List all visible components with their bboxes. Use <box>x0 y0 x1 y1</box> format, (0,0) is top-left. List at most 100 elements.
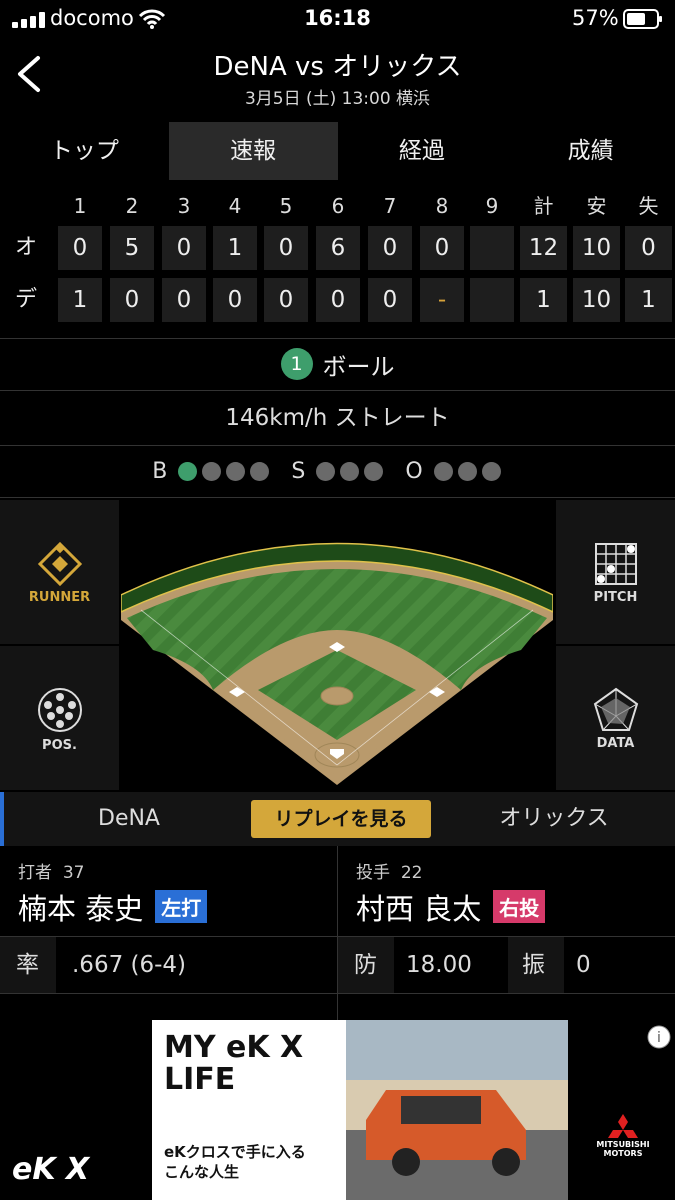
ad-copy: eKクロスで手に入る こんな人生 <box>164 1143 306 1181</box>
ball-dot <box>226 461 246 481</box>
out-dot <box>433 461 453 481</box>
data-label: DATA <box>596 736 635 751</box>
inning-score: 0 <box>264 226 308 270</box>
inning-header: 4 <box>228 194 242 218</box>
batter-name: 楠本 泰史 <box>18 892 144 926</box>
ad-banner[interactable]: eK X MY eK X LIFE eKクロスで手に入る こんな人生 MITSU… <box>0 1020 675 1200</box>
batter-avg-value: .667 (6-4) <box>72 952 187 978</box>
outs-label: O <box>405 458 423 484</box>
inning-score: 6 <box>316 226 360 270</box>
tab-stats[interactable]: 成績 <box>506 122 675 180</box>
baseball-field <box>121 500 553 790</box>
replay-button[interactable]: リプレイを見る <box>251 800 431 838</box>
batter-card[interactable]: 打者 37 楠本 泰史 左打 <box>0 846 337 936</box>
position-label: POS. <box>42 738 77 753</box>
pitch-result: 1 ボール <box>0 340 675 388</box>
ad-brand: MITSUBISHI MOTORS <box>596 1140 650 1158</box>
ball-dot <box>178 461 198 481</box>
pitcher-hand-badge: 右投 <box>493 890 546 923</box>
inning-score: 1 <box>213 226 257 270</box>
pitch-result-text: ボール <box>322 352 395 381</box>
away-team-tab[interactable]: オリックス <box>434 792 674 846</box>
batter-name-row: 楠本 泰史 左打 <box>18 886 208 928</box>
ad-headline: MY eK X LIFE <box>164 1030 304 1097</box>
total-score: 1 <box>625 278 672 322</box>
inning-header: 8 <box>435 194 449 218</box>
inning-score: - <box>420 278 464 322</box>
svg-text:i: i <box>657 1030 661 1046</box>
pitcher-role: 投手 22 <box>356 858 422 883</box>
inning-score: 0 <box>264 278 308 322</box>
tab-live[interactable]: 速報 <box>168 122 338 180</box>
page-title: DeNA vs オリックス <box>213 52 462 82</box>
divider <box>0 445 675 446</box>
strikes-label: S <box>291 458 306 484</box>
inning-score <box>470 278 514 322</box>
inning-header: 5 <box>279 194 293 218</box>
position-button[interactable]: POS. <box>0 646 119 790</box>
ad-creative[interactable]: MY eK X LIFE eKクロスで手に入る こんな人生 <box>152 1020 568 1200</box>
battery-percent: 57% <box>572 6 619 30</box>
inning-score: 0 <box>316 278 360 322</box>
battery-icon <box>623 9 662 29</box>
inning-score: 0 <box>420 226 464 270</box>
mitsubishi-logo-icon <box>608 1114 638 1138</box>
pitcher-era-value: 18.00 <box>406 952 472 978</box>
inning-score: 0 <box>368 278 412 322</box>
tab-top[interactable]: トップ <box>0 122 169 180</box>
tab-bar: トップ 速報 経過 成績 <box>0 122 675 180</box>
runner-diamond-icon <box>37 541 83 587</box>
pitcher-card[interactable]: 投手 22 村西 良太 右投 <box>338 846 675 936</box>
ad-info-icon[interactable]: i <box>646 1024 672 1050</box>
inning-score: 0 <box>110 278 154 322</box>
pitch-grid-icon <box>595 543 637 585</box>
inning-header: 安 <box>586 194 607 218</box>
batter-number: 37 <box>62 863 85 883</box>
scoreboard-row: デ 1 0 0 0 0 0 0-1 10 1 <box>0 278 675 322</box>
inning-score <box>470 226 514 270</box>
bso-count: B S O <box>0 448 675 494</box>
divider <box>0 993 675 994</box>
ad-car-photo <box>346 1020 568 1200</box>
pitch-button[interactable]: PITCH <box>556 500 675 644</box>
status-bar: docomo 16:18 57% <box>0 0 675 38</box>
inning-header: 6 <box>331 194 345 218</box>
inning-score: 5 <box>110 226 154 270</box>
total-score: 12 <box>520 226 567 270</box>
position-dots-icon <box>38 688 82 732</box>
inning-score: 0 <box>58 226 102 270</box>
runner-button[interactable]: RUNNER <box>0 500 119 644</box>
total-score: 0 <box>625 226 672 270</box>
inning-header: 9 <box>485 194 499 218</box>
total-score: 10 <box>573 226 620 270</box>
inning-header: 7 <box>383 194 397 218</box>
pitcher-number: 22 <box>400 863 423 883</box>
inning-score: 0 <box>368 226 412 270</box>
pitcher-so-label: 振 <box>522 952 545 978</box>
out-dot <box>457 461 477 481</box>
batter-hand-badge: 左打 <box>155 890 208 923</box>
game-header: DeNA vs オリックス 3月5日 (土) 13:00 横浜 <box>0 38 675 118</box>
inning-score: 0 <box>162 226 206 270</box>
balls-indicator <box>173 461 270 481</box>
divider <box>0 390 675 391</box>
inning-header: 失 <box>638 194 659 218</box>
pitch-speed-type: 146km/h ストレート <box>225 405 450 431</box>
scoreboard-row: オ 0 5 0 1 0 6 0 0 12 10 0 <box>0 226 675 270</box>
data-radar-icon <box>593 687 639 731</box>
data-button[interactable]: DATA <box>556 646 675 790</box>
pitch-number-badge: 1 <box>280 348 313 380</box>
pitcher-so-value: 0 <box>576 952 591 978</box>
out-dot <box>481 461 501 481</box>
inning-header: 1 <box>73 194 87 218</box>
inning-header: 2 <box>125 194 139 218</box>
home-team-tab[interactable]: DeNA <box>4 792 254 846</box>
outs-indicator <box>429 461 501 481</box>
balls-label: B <box>152 458 168 484</box>
pitcher-name: 村西 良太 <box>356 892 482 926</box>
divider <box>0 338 675 339</box>
ad-logo-left: eK X <box>12 1152 90 1187</box>
batter-role-label: 打者 <box>18 863 52 883</box>
tab-progress[interactable]: 経過 <box>338 122 507 180</box>
total-score: 1 <box>520 278 567 322</box>
